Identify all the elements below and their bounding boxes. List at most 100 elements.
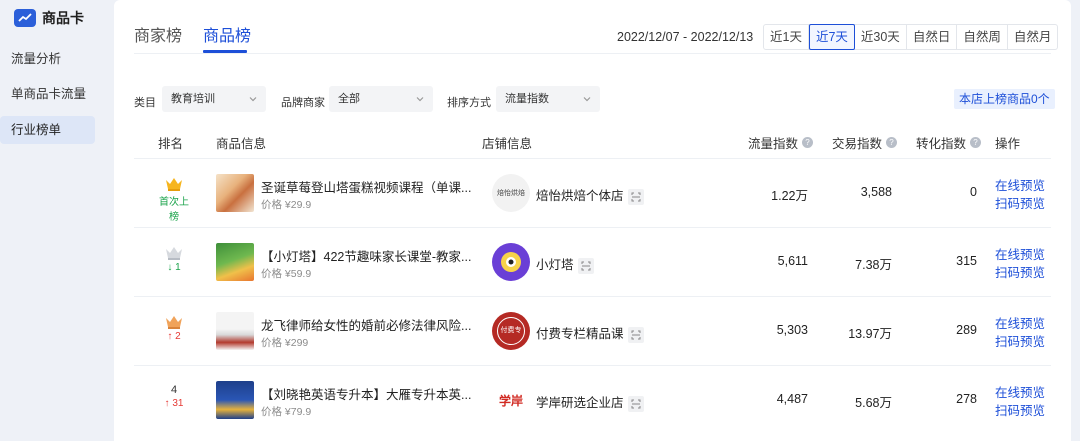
column-header-rank: 排名 bbox=[158, 137, 184, 151]
qr-scan-icon[interactable] bbox=[577, 257, 594, 274]
product-price: 价格 ¥29.9 bbox=[261, 199, 312, 211]
row-actions: 在线预览 扫码预览 bbox=[995, 315, 1045, 351]
trade-index: 7.38万 bbox=[855, 258, 892, 272]
rank-cell: 首次上榜 bbox=[158, 177, 190, 223]
rank-change: 首次上榜 bbox=[159, 197, 189, 223]
online-preview-link[interactable]: 在线预览 bbox=[995, 384, 1045, 402]
range-1-day-button[interactable]: 近1天 bbox=[764, 25, 809, 49]
scan-preview-link[interactable]: 扫码预览 bbox=[995, 402, 1045, 420]
column-header-trade[interactable]: 交易指数? bbox=[832, 133, 898, 152]
sort-select[interactable]: 流量指数 bbox=[496, 86, 600, 112]
chevron-down-icon bbox=[249, 97, 257, 102]
scan-preview-link[interactable]: 扫码预览 bbox=[995, 333, 1045, 351]
sidebar-item-single-product-traffic[interactable]: 单商品卡流量 bbox=[0, 80, 95, 108]
product-thumbnail[interactable] bbox=[216, 174, 254, 212]
shop-name-label: 学岸研选企业店 bbox=[536, 396, 624, 410]
table-row: ↓ 1 【小灯塔】422节趣味家长课堂-教家... 价格 ¥59.9 小灯塔 5… bbox=[134, 227, 1051, 296]
column-header-traffic[interactable]: 流量指数? bbox=[748, 133, 814, 152]
product-price: 价格 ¥79.9 bbox=[261, 406, 312, 418]
product-thumbnail[interactable] bbox=[216, 312, 254, 350]
brand-title: 商品卡 bbox=[42, 10, 84, 26]
product-thumbnail[interactable] bbox=[216, 243, 254, 281]
trend-chart-icon bbox=[14, 9, 36, 27]
shop-logo-text: 焙怡烘焙 bbox=[497, 190, 525, 197]
category-value: 教育培训 bbox=[171, 93, 215, 105]
traffic-index: 4,487 bbox=[776, 392, 808, 406]
product-name[interactable]: 龙飞律师给女性的婚前必修法律风险... bbox=[261, 315, 471, 334]
range-7-days-button[interactable]: 近7天 bbox=[808, 24, 855, 50]
conversion-index: 278 bbox=[956, 392, 977, 406]
shop-logo: 学岸 bbox=[492, 381, 530, 419]
shop-name-label: 小灯塔 bbox=[536, 258, 574, 272]
table-row: 首次上榜 圣诞草莓登山塔蛋糕视频课程（单课... 价格 ¥29.9 焙怡烘焙 焙… bbox=[134, 158, 1051, 227]
trade-header-label: 交易指数 bbox=[832, 137, 883, 151]
traffic-index: 5,303 bbox=[776, 323, 808, 337]
column-header-shop: 店铺信息 bbox=[482, 137, 533, 151]
tabs-divider bbox=[134, 53, 1051, 54]
sort-value: 流量指数 bbox=[505, 93, 549, 105]
online-preview-link[interactable]: 在线预览 bbox=[995, 315, 1045, 333]
shop-logo-text: 付费专栏 bbox=[497, 317, 525, 360]
product-name[interactable]: 【刘晓艳英语专升本】大雁专升本英... bbox=[261, 384, 471, 403]
tab-product-ranking[interactable]: 商品榜 bbox=[203, 22, 251, 46]
brand-value: 全部 bbox=[338, 93, 360, 105]
main-panel: 商家榜 商品榜 2022/12/07 - 2022/12/13 近1天 近7天 … bbox=[114, 0, 1071, 441]
rank-number: 4 bbox=[170, 384, 178, 396]
traffic-index: 1.22万 bbox=[771, 189, 808, 203]
shop-logo bbox=[492, 243, 530, 281]
product-thumbnail[interactable] bbox=[216, 381, 254, 419]
brand-select[interactable]: 全部 bbox=[329, 86, 433, 112]
row-actions: 在线预览 扫码预览 bbox=[995, 384, 1045, 420]
help-icon[interactable]: ? bbox=[970, 137, 982, 148]
range-natural-day-button[interactable]: 自然日 bbox=[907, 25, 958, 49]
help-icon[interactable]: ? bbox=[886, 137, 898, 148]
shop-name-label: 焙怡烘焙个体店 bbox=[536, 189, 624, 203]
column-header-action: 操作 bbox=[995, 137, 1021, 151]
category-select[interactable]: 教育培训 bbox=[162, 86, 266, 112]
chevron-down-icon bbox=[416, 97, 424, 102]
bronze-crown-icon bbox=[166, 316, 182, 329]
shop-name-label: 付费专栏精品课 bbox=[536, 327, 624, 341]
range-natural-week-button[interactable]: 自然周 bbox=[957, 25, 1008, 49]
qr-scan-icon[interactable] bbox=[627, 326, 644, 343]
silver-crown-icon bbox=[166, 247, 182, 260]
product-name[interactable]: 圣诞草莓登山塔蛋糕视频课程（单课... bbox=[261, 177, 471, 196]
store-ranking-badge[interactable]: 本店上榜商品0个 bbox=[954, 89, 1055, 109]
row-actions: 在线预览 扫码预览 bbox=[995, 246, 1045, 282]
scan-preview-link[interactable]: 扫码预览 bbox=[995, 264, 1045, 282]
conversion-index: 0 bbox=[970, 185, 977, 199]
range-natural-month-button[interactable]: 自然月 bbox=[1008, 25, 1058, 49]
product-price: 价格 ¥299 bbox=[261, 337, 309, 349]
qr-scan-icon[interactable] bbox=[627, 188, 644, 205]
sidebar-item-traffic-analysis[interactable]: 流量分析 bbox=[0, 45, 95, 73]
conversion-index: 315 bbox=[956, 254, 977, 268]
trade-index: 13.97万 bbox=[848, 327, 892, 341]
product-name[interactable]: 【小灯塔】422节趣味家长课堂-教家... bbox=[261, 246, 471, 265]
gold-crown-icon bbox=[166, 178, 182, 191]
scan-preview-link[interactable]: 扫码预览 bbox=[995, 195, 1045, 213]
shop-name: 焙怡烘焙个体店 bbox=[536, 185, 644, 205]
table-row: ↑ 2 龙飞律师给女性的婚前必修法律风险... 价格 ¥299 付费专栏 付费专… bbox=[134, 296, 1051, 365]
rank-change: ↑ 31 bbox=[164, 398, 184, 409]
trade-index: 3,588 bbox=[860, 185, 892, 199]
rank-change: ↓ 1 bbox=[167, 262, 181, 273]
sidebar-item-industry-ranking[interactable]: 行业榜单 bbox=[0, 116, 95, 144]
range-30-days-button[interactable]: 近30天 bbox=[855, 25, 907, 49]
shop-name: 学岸研选企业店 bbox=[536, 392, 644, 412]
online-preview-link[interactable]: 在线预览 bbox=[995, 246, 1045, 264]
sort-label: 排序方式 bbox=[447, 97, 491, 109]
range-selector: 近1天 近7天 近30天 自然日 自然周 自然月 bbox=[763, 24, 1059, 50]
online-preview-link[interactable]: 在线预览 bbox=[995, 177, 1045, 195]
brand-label: 品牌商家 bbox=[281, 97, 325, 109]
tab-merchant-ranking[interactable]: 商家榜 bbox=[134, 22, 182, 46]
column-header-conversion[interactable]: 转化指数? bbox=[916, 133, 982, 152]
conversion-header-label: 转化指数 bbox=[916, 137, 967, 151]
shop-name: 小灯塔 bbox=[536, 254, 594, 274]
lighthouse-logo-icon bbox=[501, 252, 521, 272]
row-actions: 在线预览 扫码预览 bbox=[995, 177, 1045, 213]
traffic-index: 5,611 bbox=[777, 254, 808, 268]
qr-scan-icon[interactable] bbox=[627, 395, 644, 412]
shop-logo-text: 学岸 bbox=[498, 393, 523, 408]
help-icon[interactable]: ? bbox=[802, 137, 814, 148]
rank-cell: ↓ 1 bbox=[158, 246, 190, 273]
